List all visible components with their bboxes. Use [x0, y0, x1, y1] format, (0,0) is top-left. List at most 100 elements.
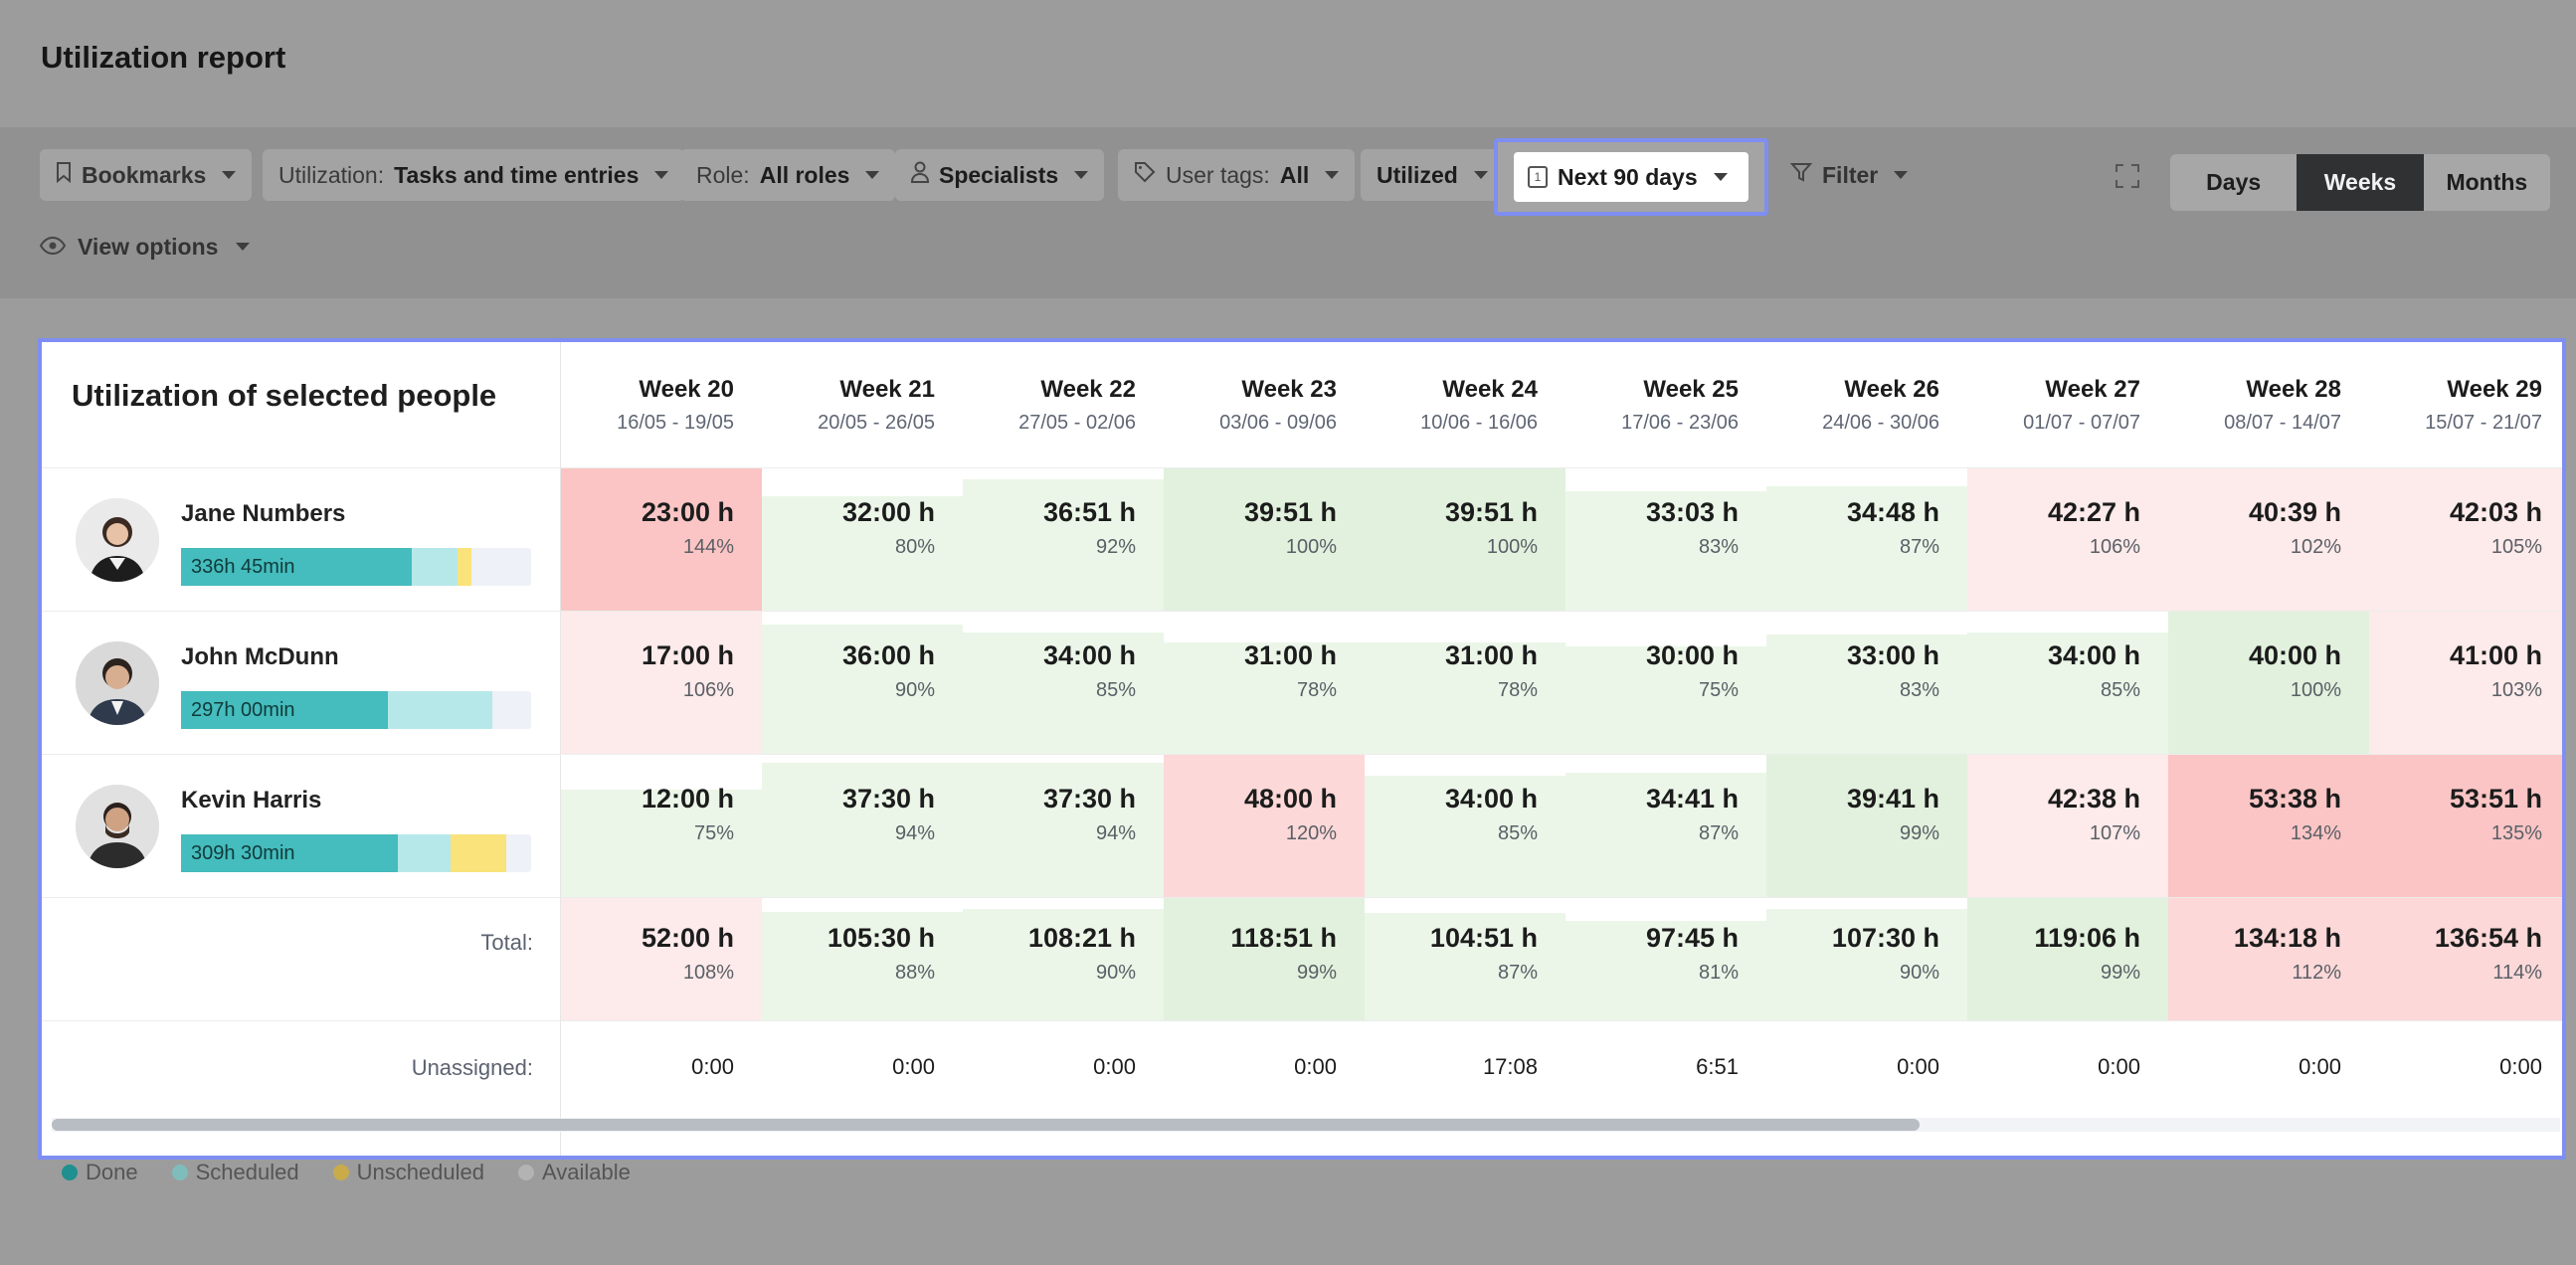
- utilization-cell[interactable]: 42:27 h 106%: [1967, 467, 2168, 611]
- cell-percent: 85%: [1497, 822, 1538, 844]
- legend-label: Unscheduled: [356, 1160, 485, 1184]
- unassigned-cell: 0:00: [691, 1054, 734, 1079]
- view-options-button[interactable]: View options: [39, 221, 251, 272]
- week-label: Week 21: [839, 376, 935, 403]
- total-cell: 104:51 h 87%: [1365, 897, 1565, 1020]
- utilization-cell[interactable]: 39:51 h 100%: [1365, 467, 1565, 611]
- fullscreen-icon[interactable]: [2115, 163, 2140, 189]
- cell-percent: 134%: [2290, 822, 2341, 844]
- cell-hours: 48:00 h: [1243, 784, 1337, 813]
- cell-percent: 100%: [1285, 536, 1337, 558]
- avatar: [76, 498, 159, 582]
- cell-percent: 100%: [1486, 536, 1538, 558]
- utilization-cell[interactable]: 39:41 h 99%: [1766, 754, 1967, 897]
- utilization-cell[interactable]: 41:00 h 103%: [2369, 611, 2562, 754]
- chevron-down-icon: [654, 171, 669, 179]
- unassigned-row-label: Unassigned:: [42, 1020, 561, 1112]
- utilization-panel: Utilization of selected people Jane Numb…: [38, 338, 2566, 1160]
- person-row[interactable]: Jane Numbers 336h 45min: [42, 467, 561, 611]
- cell-percent: 144%: [682, 536, 734, 558]
- utilization-cell[interactable]: 32:00 h 80%: [762, 467, 963, 611]
- specialists-dropdown[interactable]: Specialists: [895, 149, 1105, 201]
- cell-hours: 53:51 h: [2449, 784, 2542, 813]
- total-hours: 105:30 h: [827, 923, 935, 953]
- utilization-dropdown[interactable]: Utilization: Tasks and time entries: [263, 149, 685, 201]
- week-header: Week 26 24/06 - 30/06: [1766, 376, 1967, 435]
- week-label: Week 28: [2246, 376, 2341, 403]
- utilization-cell[interactable]: 40:00 h 100%: [2168, 611, 2369, 754]
- row-divider: [561, 467, 2562, 468]
- cell-percent: 106%: [682, 679, 734, 701]
- utilization-cell[interactable]: 33:03 h 83%: [1565, 467, 1766, 611]
- total-hours: 108:21 h: [1027, 923, 1136, 953]
- utilization-cell[interactable]: 37:30 h 94%: [762, 754, 963, 897]
- utilization-value: Tasks and time entries: [394, 161, 640, 188]
- date-range-dropdown[interactable]: 1 Next 90 days: [1514, 152, 1748, 202]
- utilization-cell[interactable]: 36:00 h 90%: [762, 611, 963, 754]
- cell-hours: 33:00 h: [1846, 640, 1939, 670]
- utilization-cell[interactable]: 37:30 h 94%: [963, 754, 1164, 897]
- utilization-cell[interactable]: 23:00 h 144%: [561, 467, 762, 611]
- cell-hours: 33:03 h: [1645, 497, 1739, 527]
- bookmarks-label: Bookmarks: [82, 161, 207, 188]
- utilization-cell[interactable]: 39:51 h 100%: [1164, 467, 1365, 611]
- role-dropdown[interactable]: Role: All roles: [680, 149, 896, 201]
- eye-icon: [39, 234, 67, 261]
- total-cell: 97:45 h 81%: [1565, 897, 1766, 1020]
- period-switcher: Days Weeks Months: [2170, 154, 2550, 211]
- utilization-cell[interactable]: 34:00 h 85%: [1365, 754, 1565, 897]
- period-months-button[interactable]: Months: [2424, 154, 2550, 211]
- utilization-cell[interactable]: 53:38 h 134%: [2168, 754, 2369, 897]
- cell-percent: 135%: [2490, 822, 2542, 844]
- utilization-cell[interactable]: 31:00 h 78%: [1365, 611, 1565, 754]
- user-tags-dropdown[interactable]: User tags: All: [1118, 149, 1356, 201]
- avatar: [76, 641, 159, 725]
- cell-hours: 36:51 h: [1042, 497, 1136, 527]
- week-header: Week 23 03/06 - 09/06: [1164, 376, 1365, 435]
- utilization-cell[interactable]: 17:00 h 106%: [561, 611, 762, 754]
- utilized-dropdown[interactable]: Utilized: [1361, 149, 1504, 201]
- utilization-cell[interactable]: 30:00 h 75%: [1565, 611, 1766, 754]
- utilization-cell[interactable]: 34:00 h 85%: [963, 611, 1164, 754]
- total-percent: 108%: [682, 962, 734, 984]
- bookmarks-button[interactable]: Bookmarks: [40, 149, 253, 201]
- unassigned-cell: 6:51: [1696, 1054, 1739, 1079]
- person-row[interactable]: Kevin Harris 309h 30min: [42, 754, 561, 897]
- chevron-down-icon: [1074, 171, 1089, 179]
- utilization-cell[interactable]: 40:39 h 102%: [2168, 467, 2369, 611]
- user-tags-value: All: [1279, 161, 1310, 188]
- specialists-label: Specialists: [939, 161, 1059, 188]
- cell-percent: 103%: [2490, 679, 2542, 701]
- row-divider: [561, 1020, 2562, 1021]
- utilization-cell[interactable]: 36:51 h 92%: [963, 467, 1164, 611]
- week-dates: 24/06 - 30/06: [1822, 412, 1939, 434]
- cell-hours: 31:00 h: [1243, 640, 1337, 670]
- period-weeks-button[interactable]: Weeks: [2297, 154, 2424, 211]
- filter-button[interactable]: Filter: [1774, 149, 1924, 201]
- total-cell: 52:00 h 108%: [561, 897, 762, 1020]
- cell-percent: 120%: [1285, 822, 1337, 844]
- week-header: Week 29 15/07 - 21/07: [2369, 376, 2562, 435]
- utilization-cell[interactable]: 31:00 h 78%: [1164, 611, 1365, 754]
- legend-item: Done: [62, 1160, 138, 1185]
- filter-label: Filter: [1822, 161, 1879, 188]
- horizontal-scrollbar[interactable]: [52, 1118, 2560, 1132]
- utilization-cell[interactable]: 42:03 h 105%: [2369, 467, 2562, 611]
- utilization-cell[interactable]: 34:00 h 85%: [1967, 611, 2168, 754]
- utilization-cell[interactable]: 33:00 h 83%: [1766, 611, 1967, 754]
- utilization-cell[interactable]: 48:00 h 120%: [1164, 754, 1365, 897]
- cell-percent: 85%: [1095, 679, 1136, 701]
- person-name: Jane Numbers: [181, 500, 346, 527]
- cell-hours: 42:03 h: [2449, 497, 2542, 527]
- period-days-button[interactable]: Days: [2170, 154, 2297, 211]
- person-row[interactable]: John McDunn 297h 00min: [42, 611, 561, 754]
- utilization-cell[interactable]: 12:00 h 75%: [561, 754, 762, 897]
- utilization-cell[interactable]: 42:38 h 107%: [1967, 754, 2168, 897]
- total-cell: 108:21 h 90%: [963, 897, 1164, 1020]
- scrollbar-thumb[interactable]: [52, 1119, 1920, 1131]
- cell-percent: 75%: [1698, 679, 1739, 701]
- utilization-cell[interactable]: 34:48 h 87%: [1766, 467, 1967, 611]
- utilization-cell[interactable]: 53:51 h 135%: [2369, 754, 2562, 897]
- total-hours: 104:51 h: [1429, 923, 1538, 953]
- utilization-cell[interactable]: 34:41 h 87%: [1565, 754, 1766, 897]
